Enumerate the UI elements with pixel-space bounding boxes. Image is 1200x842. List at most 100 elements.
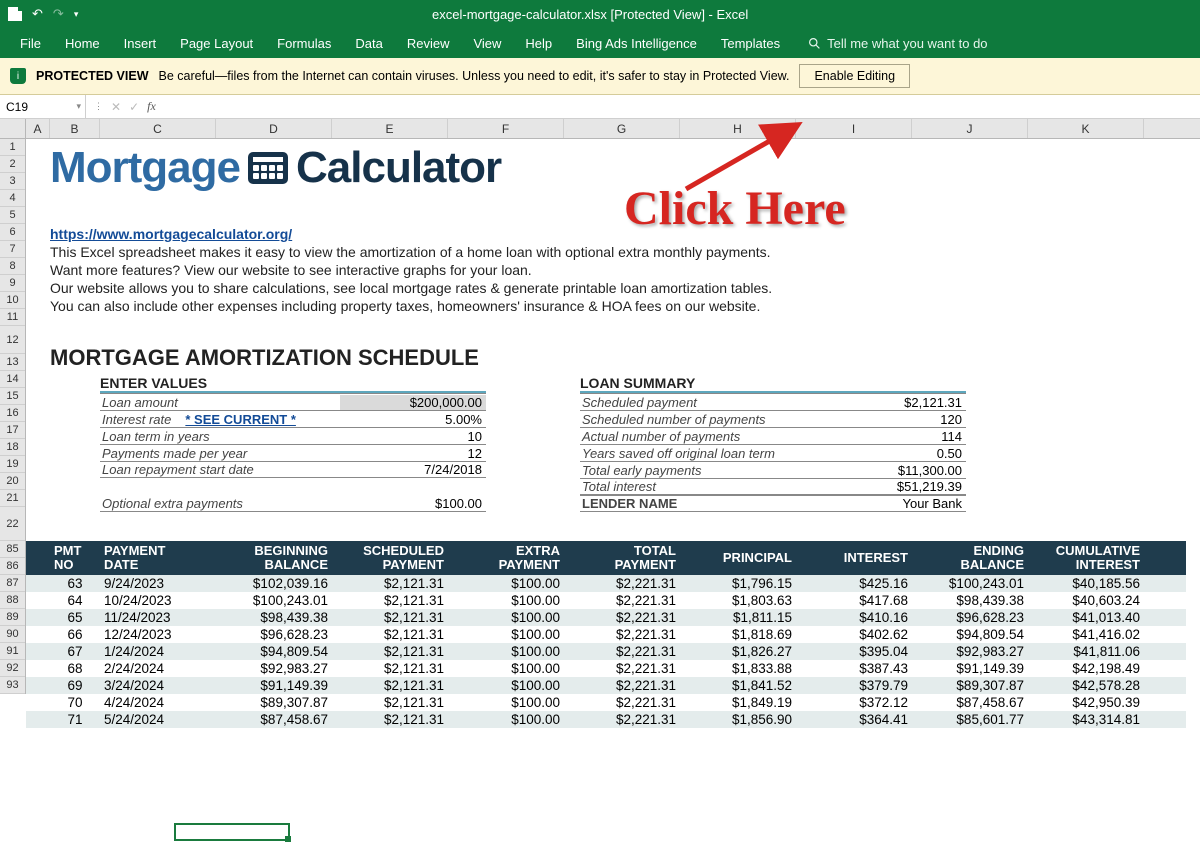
column-header-K[interactable]: K xyxy=(1028,119,1144,138)
row-header[interactable]: 90 xyxy=(0,626,25,643)
table-cell: $2,121.31 xyxy=(332,575,448,592)
row-header[interactable]: 18 xyxy=(0,439,25,456)
input-value[interactable]: 12 xyxy=(340,446,486,461)
table-row[interactable]: 715/24/2024$87,458.67$2,121.31$100.00$2,… xyxy=(26,711,1186,728)
row-header[interactable]: 88 xyxy=(0,592,25,609)
table-row[interactable]: 693/24/2024$91,149.39$2,121.31$100.00$2,… xyxy=(26,677,1186,694)
extra-payments-value[interactable]: $100.00 xyxy=(340,496,486,511)
input-value[interactable]: 7/24/2018 xyxy=(340,462,486,477)
table-cell: $2,121.31 xyxy=(332,643,448,660)
table-header: ENDINGBALANCE xyxy=(912,541,1028,575)
row-header[interactable]: 6 xyxy=(0,224,25,241)
ribbon-tab-view[interactable]: View xyxy=(461,32,513,55)
row-header[interactable]: 19 xyxy=(0,456,25,473)
input-value[interactable]: 5.00% xyxy=(340,412,486,427)
row-header[interactable]: 3 xyxy=(0,173,25,190)
ribbon-tab-formulas[interactable]: Formulas xyxy=(265,32,343,55)
table-row[interactable]: 639/24/2023$102,039.16$2,121.31$100.00$2… xyxy=(26,575,1186,592)
column-header-E[interactable]: E xyxy=(332,119,448,138)
enable-editing-button[interactable]: Enable Editing xyxy=(799,64,910,88)
ribbon-tab-home[interactable]: Home xyxy=(53,32,112,55)
undo-icon[interactable]: ↶ xyxy=(32,6,43,22)
table-header: INTEREST xyxy=(796,541,912,575)
column-header-B[interactable]: B xyxy=(50,119,100,138)
table-cell: $41,013.40 xyxy=(1028,609,1144,626)
summary-label: Total interest xyxy=(580,479,820,494)
row-header[interactable]: 87 xyxy=(0,575,25,592)
row-header[interactable]: 12 xyxy=(0,326,25,354)
row-header[interactable]: 91 xyxy=(0,643,25,660)
summary-value: $2,121.31 xyxy=(820,395,966,410)
column-header-C[interactable]: C xyxy=(100,119,216,138)
summary-value: $51,219.39 xyxy=(820,479,966,494)
row-header[interactable]: 16 xyxy=(0,405,25,422)
row-header[interactable]: 92 xyxy=(0,660,25,677)
name-box[interactable]: C19 ▾ xyxy=(0,95,86,118)
cancel-formula-icon: ✕ xyxy=(111,100,121,114)
row-header[interactable]: 14 xyxy=(0,371,25,388)
row-header[interactable]: 22 xyxy=(0,507,25,541)
table-header: PRINCIPAL xyxy=(680,541,796,575)
table-row[interactable]: 704/24/2024$89,307.87$2,121.31$100.00$2,… xyxy=(26,694,1186,711)
table-cell: $1,856.90 xyxy=(680,711,796,728)
save-icon[interactable] xyxy=(8,7,22,21)
fx-icon[interactable]: fx xyxy=(147,99,156,114)
column-header-A[interactable]: A xyxy=(26,119,50,138)
table-cell: 4/24/2024 xyxy=(100,694,216,711)
table-row[interactable]: 6511/24/2023$98,439.38$2,121.31$100.00$2… xyxy=(26,609,1186,626)
row-header[interactable]: 11 xyxy=(0,309,25,326)
table-row[interactable]: 6410/24/2023$100,243.01$2,121.31$100.00$… xyxy=(26,592,1186,609)
ribbon-tab-file[interactable]: File xyxy=(8,32,53,55)
row-header[interactable]: 17 xyxy=(0,422,25,439)
row-header[interactable]: 93 xyxy=(0,677,25,694)
table-cell: $2,221.31 xyxy=(564,677,680,694)
column-header-G[interactable]: G xyxy=(564,119,680,138)
row-header[interactable]: 13 xyxy=(0,354,25,371)
ribbon-tab-templates[interactable]: Templates xyxy=(709,32,792,55)
ribbon-tab-review[interactable]: Review xyxy=(395,32,462,55)
row-header[interactable]: 5 xyxy=(0,207,25,224)
row-header[interactable]: 86 xyxy=(0,558,25,575)
ribbon-tab-insert[interactable]: Insert xyxy=(112,32,169,55)
loan-summary-header: LOAN SUMMARY xyxy=(580,375,966,391)
row-header[interactable]: 21 xyxy=(0,490,25,507)
table-row[interactable]: 671/24/2024$94,809.54$2,121.31$100.00$2,… xyxy=(26,643,1186,660)
column-header-F[interactable]: F xyxy=(448,119,564,138)
lender-name-value[interactable]: Your Bank xyxy=(820,496,966,511)
row-header[interactable]: 15 xyxy=(0,388,25,405)
select-all-corner[interactable] xyxy=(0,119,26,138)
ribbon-tab-data[interactable]: Data xyxy=(343,32,394,55)
website-link[interactable]: https://www.mortgagecalculator.org/ xyxy=(50,226,292,242)
row-header[interactable]: 20 xyxy=(0,473,25,490)
column-header-J[interactable]: J xyxy=(912,119,1028,138)
tell-me-search[interactable]: Tell me what you want to do xyxy=(808,36,987,51)
protected-view-bar: i PROTECTED VIEW Be careful—files from t… xyxy=(0,58,1200,95)
column-header-D[interactable]: D xyxy=(216,119,332,138)
sheet-content[interactable]: Mortgage Calculator https://www.mortgage… xyxy=(26,139,1200,694)
active-cell[interactable] xyxy=(174,823,290,841)
ribbon-tab-help[interactable]: Help xyxy=(513,32,564,55)
row-header[interactable]: 8 xyxy=(0,258,25,275)
row-header[interactable]: 10 xyxy=(0,292,25,309)
table-row[interactable]: 6612/24/2023$96,628.23$2,121.31$100.00$2… xyxy=(26,626,1186,643)
ribbon-tab-bing-ads-intelligence[interactable]: Bing Ads Intelligence xyxy=(564,32,709,55)
row-header[interactable]: 89 xyxy=(0,609,25,626)
row-header[interactable]: 85 xyxy=(0,541,25,558)
ribbon-tab-page-layout[interactable]: Page Layout xyxy=(168,32,265,55)
table-cell: $40,603.24 xyxy=(1028,592,1144,609)
table-row[interactable]: 682/24/2024$92,983.27$2,121.31$100.00$2,… xyxy=(26,660,1186,677)
row-header[interactable]: 2 xyxy=(0,156,25,173)
table-cell: $100.00 xyxy=(448,609,564,626)
row-header[interactable]: 1 xyxy=(0,139,25,156)
see-current-link[interactable]: * SEE CURRENT * xyxy=(185,412,296,427)
redo-icon[interactable]: ↷ xyxy=(53,6,64,22)
input-value[interactable]: $200,000.00 xyxy=(340,395,486,410)
input-value[interactable]: 10 xyxy=(340,429,486,444)
row-header[interactable]: 4 xyxy=(0,190,25,207)
table-cell: $96,628.23 xyxy=(912,609,1028,626)
fn-dropdown-icon[interactable]: ⋮ xyxy=(94,101,103,112)
row-header[interactable]: 9 xyxy=(0,275,25,292)
table-cell: 68 xyxy=(50,660,100,677)
row-header[interactable]: 7 xyxy=(0,241,25,258)
chevron-down-icon[interactable]: ▾ xyxy=(76,101,81,112)
